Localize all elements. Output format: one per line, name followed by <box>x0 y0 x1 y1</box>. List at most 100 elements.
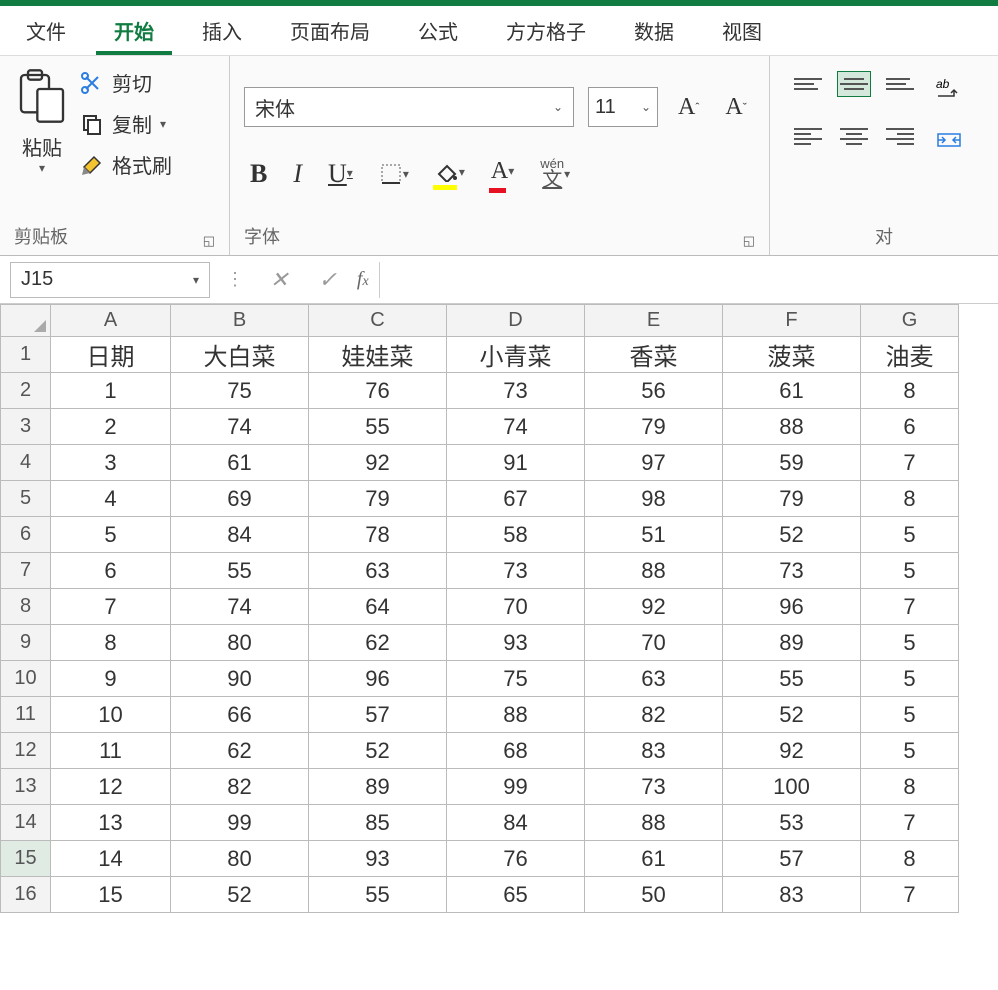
cancel-formula-button[interactable]: ✕ <box>260 267 298 293</box>
cell[interactable]: 99 <box>171 805 309 841</box>
cell[interactable]: 93 <box>309 841 447 877</box>
name-box[interactable]: J15 ▾ <box>10 262 210 298</box>
cell[interactable]: 小青菜 <box>447 337 585 373</box>
menu-tab-2[interactable]: 插入 <box>184 6 260 55</box>
cell[interactable]: 79 <box>723 481 861 517</box>
wrap-text-button[interactable]: ab <box>930 72 968 104</box>
align-right-button[interactable] <box>884 124 916 148</box>
cell[interactable]: 90 <box>171 661 309 697</box>
phonetic-button[interactable]: wén 文 ▾ <box>534 153 576 194</box>
row-header[interactable]: 6 <box>1 517 51 553</box>
cell[interactable]: 80 <box>171 625 309 661</box>
chevron-down-icon[interactable]: ▾ <box>39 161 45 175</box>
cell[interactable]: 63 <box>585 661 723 697</box>
row-header[interactable]: 15 <box>1 841 51 877</box>
row-header[interactable]: 3 <box>1 409 51 445</box>
menu-tab-3[interactable]: 页面布局 <box>272 6 388 55</box>
cell[interactable]: 97 <box>585 445 723 481</box>
cell[interactable]: 52 <box>171 877 309 913</box>
cell[interactable]: 菠菜 <box>723 337 861 373</box>
cell[interactable]: 3 <box>51 445 171 481</box>
cell[interactable]: 59 <box>723 445 861 481</box>
cell[interactable]: 11 <box>51 733 171 769</box>
cell[interactable]: 52 <box>723 697 861 733</box>
row-header[interactable]: 9 <box>1 625 51 661</box>
cell[interactable]: 88 <box>447 697 585 733</box>
dialog-launcher-icon[interactable]: ◱ <box>203 233 215 249</box>
cell[interactable]: 91 <box>447 445 585 481</box>
cell[interactable]: 6 <box>861 409 959 445</box>
cell[interactable]: 15 <box>51 877 171 913</box>
align-bottom-button[interactable] <box>884 72 916 96</box>
cell[interactable]: 62 <box>309 625 447 661</box>
menu-tab-6[interactable]: 数据 <box>616 6 692 55</box>
cell[interactable]: 83 <box>723 877 861 913</box>
cell[interactable]: 75 <box>447 661 585 697</box>
cell[interactable]: 7 <box>861 589 959 625</box>
cell[interactable]: 74 <box>171 589 309 625</box>
copy-button[interactable]: 复制 ▾ <box>80 109 172 138</box>
paste-button[interactable]: 粘贴 <box>22 132 62 161</box>
cell[interactable]: 52 <box>309 733 447 769</box>
cell[interactable]: 63 <box>309 553 447 589</box>
align-middle-button[interactable] <box>838 72 870 96</box>
column-header-C[interactable]: C <box>309 305 447 337</box>
cell[interactable]: 1 <box>51 373 171 409</box>
cell[interactable]: 74 <box>171 409 309 445</box>
select-all-corner[interactable] <box>1 305 51 337</box>
column-header-B[interactable]: B <box>171 305 309 337</box>
row-header[interactable]: 14 <box>1 805 51 841</box>
cell[interactable]: 92 <box>585 589 723 625</box>
column-header-G[interactable]: G <box>861 305 959 337</box>
cell[interactable]: 5 <box>51 517 171 553</box>
menu-tab-5[interactable]: 方方格子 <box>488 6 604 55</box>
column-header-D[interactable]: D <box>447 305 585 337</box>
cell[interactable]: 89 <box>309 769 447 805</box>
cell[interactable]: 7 <box>861 877 959 913</box>
cell[interactable]: 99 <box>447 769 585 805</box>
cell[interactable]: 65 <box>447 877 585 913</box>
cell[interactable]: 娃娃菜 <box>309 337 447 373</box>
cell[interactable]: 55 <box>723 661 861 697</box>
row-header[interactable]: 12 <box>1 733 51 769</box>
cell[interactable]: 50 <box>585 877 723 913</box>
cell[interactable]: 8 <box>861 373 959 409</box>
cell[interactable]: 74 <box>447 409 585 445</box>
cell[interactable]: 8 <box>861 841 959 877</box>
cell[interactable]: 61 <box>585 841 723 877</box>
row-header[interactable]: 10 <box>1 661 51 697</box>
cell[interactable]: 84 <box>447 805 585 841</box>
cell[interactable]: 8 <box>861 481 959 517</box>
cell[interactable]: 5 <box>861 553 959 589</box>
cell[interactable]: 55 <box>171 553 309 589</box>
font-color-button[interactable]: A ▾ <box>485 154 520 193</box>
font-size-select[interactable]: 11 ⌄ <box>588 87 658 127</box>
cell[interactable]: 4 <box>51 481 171 517</box>
cell[interactable]: 84 <box>171 517 309 553</box>
cell[interactable]: 52 <box>723 517 861 553</box>
cell[interactable]: 57 <box>309 697 447 733</box>
cell[interactable]: 5 <box>861 661 959 697</box>
cell[interactable]: 大白菜 <box>171 337 309 373</box>
cell[interactable]: 73 <box>447 373 585 409</box>
cell[interactable]: 93 <box>447 625 585 661</box>
column-header-A[interactable]: A <box>51 305 171 337</box>
cell[interactable]: 75 <box>171 373 309 409</box>
merge-button[interactable] <box>930 124 968 156</box>
cell[interactable]: 51 <box>585 517 723 553</box>
cell[interactable]: 88 <box>585 553 723 589</box>
cell[interactable]: 2 <box>51 409 171 445</box>
cell[interactable]: 8 <box>861 769 959 805</box>
cell[interactable]: 92 <box>723 733 861 769</box>
cell[interactable]: 64 <box>309 589 447 625</box>
cell[interactable]: 55 <box>309 877 447 913</box>
row-header[interactable]: 2 <box>1 373 51 409</box>
cell[interactable]: 6 <box>51 553 171 589</box>
fx-icon[interactable]: fx <box>357 268 369 291</box>
row-header[interactable]: 16 <box>1 877 51 913</box>
cell[interactable]: 日期 <box>51 337 171 373</box>
cell[interactable]: 7 <box>861 445 959 481</box>
cell[interactable]: 香菜 <box>585 337 723 373</box>
cell[interactable]: 7 <box>51 589 171 625</box>
cell[interactable]: 62 <box>171 733 309 769</box>
